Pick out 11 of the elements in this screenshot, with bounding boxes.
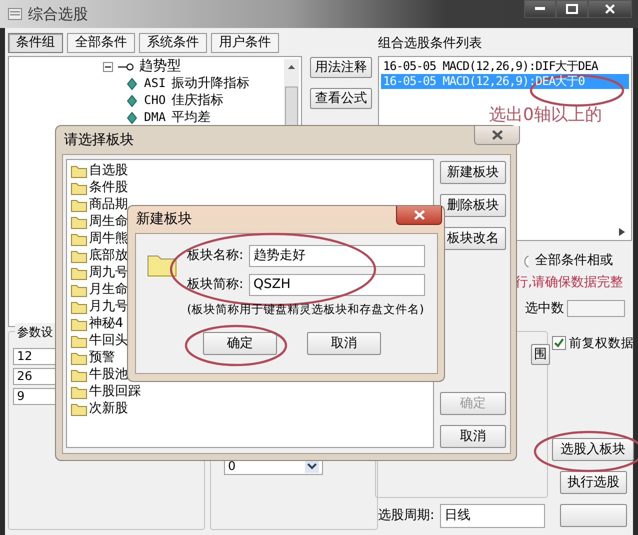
window-title: 综合选股 (28, 4, 88, 25)
field-label: 板块简称: (187, 276, 244, 294)
list-label: 组合选股条件列表 (378, 34, 483, 52)
field-label: 选中数 (525, 300, 564, 318)
field-label: 选股周期: (378, 507, 434, 526)
dialog-title: 新建板块 (136, 210, 192, 229)
field-label: 板块名称: (187, 247, 244, 266)
annotation-text: 选出0轴以上的 (489, 104, 602, 127)
dialog-title: 请选择板块 (64, 130, 134, 150)
hint-text: (板块简称用于键盘精灵选板块和存盘文件名) (187, 302, 424, 317)
group-label: 参数设 (15, 323, 55, 341)
